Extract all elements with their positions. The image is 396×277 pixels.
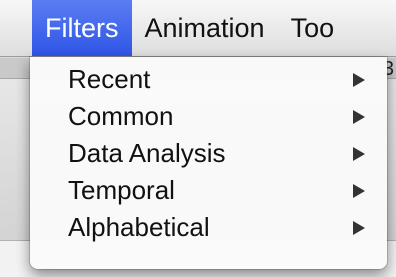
submenu-arrow-icon: [353, 146, 365, 161]
menu-item-recent[interactable]: Recent: [30, 61, 387, 98]
submenu-arrow-icon: [353, 109, 365, 124]
menu-item-data-analysis[interactable]: Data Analysis: [30, 135, 387, 172]
filters-dropdown-menu: Recent Common Data Analysis Temporal Alp…: [30, 57, 387, 269]
menu-item-temporal[interactable]: Temporal: [30, 172, 387, 209]
menu-item-label: Alphabetical: [68, 212, 210, 242]
submenu-arrow-icon: [353, 183, 365, 198]
menu-item-alphabetical[interactable]: Alphabetical: [30, 209, 387, 246]
submenu-arrow-icon: [353, 72, 365, 87]
submenu-arrow-icon: [353, 220, 365, 235]
menu-item-label: Data Analysis: [68, 138, 226, 168]
menu-item-common[interactable]: Common: [30, 98, 387, 135]
menu-item-label: Temporal: [68, 175, 175, 205]
menubar-animation[interactable]: Animation: [132, 0, 278, 56]
menu-item-label: Recent: [68, 64, 151, 94]
menubar-filters[interactable]: Filters: [32, 0, 132, 56]
menubar-tools[interactable]: Too: [278, 0, 348, 56]
menu-item-label: Common: [68, 101, 174, 131]
menubar: Filters Animation Too: [0, 0, 396, 57]
